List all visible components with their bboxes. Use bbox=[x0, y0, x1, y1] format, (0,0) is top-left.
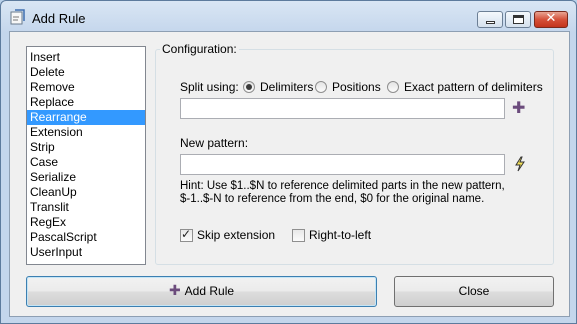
rule-list-item[interactable]: Delete bbox=[27, 65, 145, 80]
minimize-button[interactable] bbox=[477, 11, 503, 28]
plus-icon: ✚ bbox=[168, 283, 181, 299]
title-bar[interactable]: Add Rule ✕ bbox=[1, 1, 576, 31]
radio-exact-pattern-label[interactable]: Exact pattern of delimiters bbox=[404, 80, 543, 94]
skip-extension-checkbox[interactable] bbox=[180, 227, 193, 242]
radio-delimiters-label[interactable]: Delimiters bbox=[260, 80, 313, 94]
rule-list-item[interactable]: RegEx bbox=[27, 215, 145, 230]
rule-list-item[interactable]: Translit bbox=[27, 200, 145, 215]
rule-list-item[interactable]: Strip bbox=[27, 140, 145, 155]
plus-icon[interactable]: ✚ bbox=[512, 98, 525, 117]
right-to-left-checkbox[interactable] bbox=[292, 229, 305, 242]
radio-delimiters[interactable] bbox=[243, 81, 255, 93]
configuration-title: Configuration: bbox=[160, 42, 239, 56]
minimize-icon bbox=[486, 21, 495, 24]
skip-extension-label[interactable]: Skip extension bbox=[197, 228, 275, 242]
rule-list-item[interactable]: PascalScript bbox=[27, 230, 145, 245]
radio-positions-label[interactable]: Positions bbox=[332, 80, 381, 94]
rule-list-item[interactable]: Rearrange bbox=[27, 110, 145, 125]
radio-exact-pattern[interactable] bbox=[387, 81, 399, 93]
rule-list-item[interactable]: Case bbox=[27, 155, 145, 170]
dialog-body: Insert Delete Remove Replace Rearrange Extens… bbox=[9, 31, 570, 317]
hint-line-1: Hint: Use $1..$N to reference delimited … bbox=[180, 180, 505, 192]
radio-positions[interactable] bbox=[315, 81, 327, 93]
right-to-left-label[interactable]: Right-to-left bbox=[309, 228, 371, 242]
split-using-label: Split using: bbox=[180, 80, 239, 94]
maximize-icon bbox=[513, 15, 524, 24]
new-pattern-input[interactable] bbox=[180, 154, 505, 175]
close-window-button[interactable]: ✕ bbox=[534, 11, 568, 28]
hint-line-2: $-1..$-N to reference from the end, $0 f… bbox=[180, 193, 485, 205]
app-icon bbox=[10, 9, 25, 25]
rule-type-list[interactable]: Insert Delete Remove Replace Rearrange Extens… bbox=[26, 46, 146, 265]
rule-list-item[interactable]: UserInput bbox=[27, 245, 145, 260]
rule-list-item[interactable]: Insert bbox=[27, 50, 145, 65]
close-button[interactable]: Close bbox=[394, 276, 554, 307]
maximize-button[interactable] bbox=[505, 11, 531, 28]
window-title: Add Rule bbox=[32, 11, 86, 26]
delimiters-input[interactable] bbox=[180, 98, 505, 119]
new-pattern-label: New pattern: bbox=[180, 136, 249, 150]
hint-text: Hint: Use $1..$N to reference delimited … bbox=[180, 180, 505, 206]
rule-list-item[interactable]: CleanUp bbox=[27, 185, 145, 200]
lightning-icon[interactable] bbox=[513, 156, 527, 172]
rule-list-item[interactable]: Remove bbox=[27, 80, 145, 95]
rule-list-item[interactable]: Replace bbox=[27, 95, 145, 110]
close-label: Close bbox=[458, 284, 490, 298]
rule-list-item[interactable]: Extension bbox=[27, 125, 145, 140]
close-icon: ✕ bbox=[545, 11, 557, 26]
rule-list-item[interactable]: Serialize bbox=[27, 170, 145, 185]
add-rule-window: Add Rule ✕ Insert Delete Remove Replace Rear… bbox=[0, 0, 577, 324]
add-rule-label: Add Rule bbox=[184, 284, 235, 298]
add-rule-button[interactable]: ✚ Add Rule bbox=[26, 276, 377, 307]
